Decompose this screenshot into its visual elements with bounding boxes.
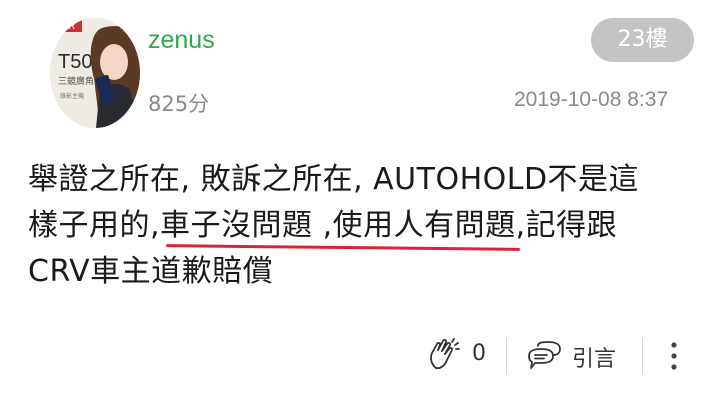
post-line: 舉證之所在, 敗訴之所在, AUTOHOLD不是這 bbox=[28, 162, 640, 197]
avatar-image: IGAR T50 三鏡廣角 錄影主機 bbox=[50, 18, 140, 128]
post-action-bar: 0 引言 bbox=[420, 332, 700, 378]
avatar-subcaption: 錄影主機 bbox=[60, 92, 84, 100]
divider bbox=[506, 338, 507, 374]
clapping-hands-icon[interactable] bbox=[428, 338, 460, 372]
avatar[interactable]: IGAR T50 三鏡廣角 錄影主機 bbox=[50, 18, 140, 128]
post-line: 樣子用的,車子沒問題 ,使用人有問題,記得跟 bbox=[28, 203, 698, 249]
user-points: 825分 bbox=[148, 92, 210, 116]
username[interactable]: zenus bbox=[148, 26, 215, 55]
avatar-logo-text: T50 bbox=[58, 51, 92, 73]
chat-bubble-icon[interactable] bbox=[526, 340, 562, 372]
vertical-dots-icon[interactable] bbox=[668, 340, 680, 372]
like-count: 0 bbox=[472, 341, 486, 366]
post-text-segment: ,記得跟 bbox=[515, 208, 618, 243]
floor-badge: 23樓 bbox=[591, 18, 694, 62]
divider bbox=[642, 338, 643, 374]
svg-text:IGAR: IGAR bbox=[53, 21, 76, 31]
post-text-segment: 樣子用的, bbox=[28, 208, 161, 243]
avatar-caption: 三鏡廣角 bbox=[58, 75, 94, 87]
post-timestamp: 2019-10-08 8:37 bbox=[514, 88, 669, 111]
post-line: CRV車主道歉賠償 bbox=[28, 254, 274, 289]
underlined-text: 車子沒問題 ,使用人有問題 bbox=[160, 208, 516, 243]
post-content: 舉證之所在, 敗訴之所在, AUTOHOLD不是這 樣子用的,車子沒問題 ,使用… bbox=[28, 157, 698, 295]
quote-button[interactable]: 引言 bbox=[572, 341, 616, 373]
